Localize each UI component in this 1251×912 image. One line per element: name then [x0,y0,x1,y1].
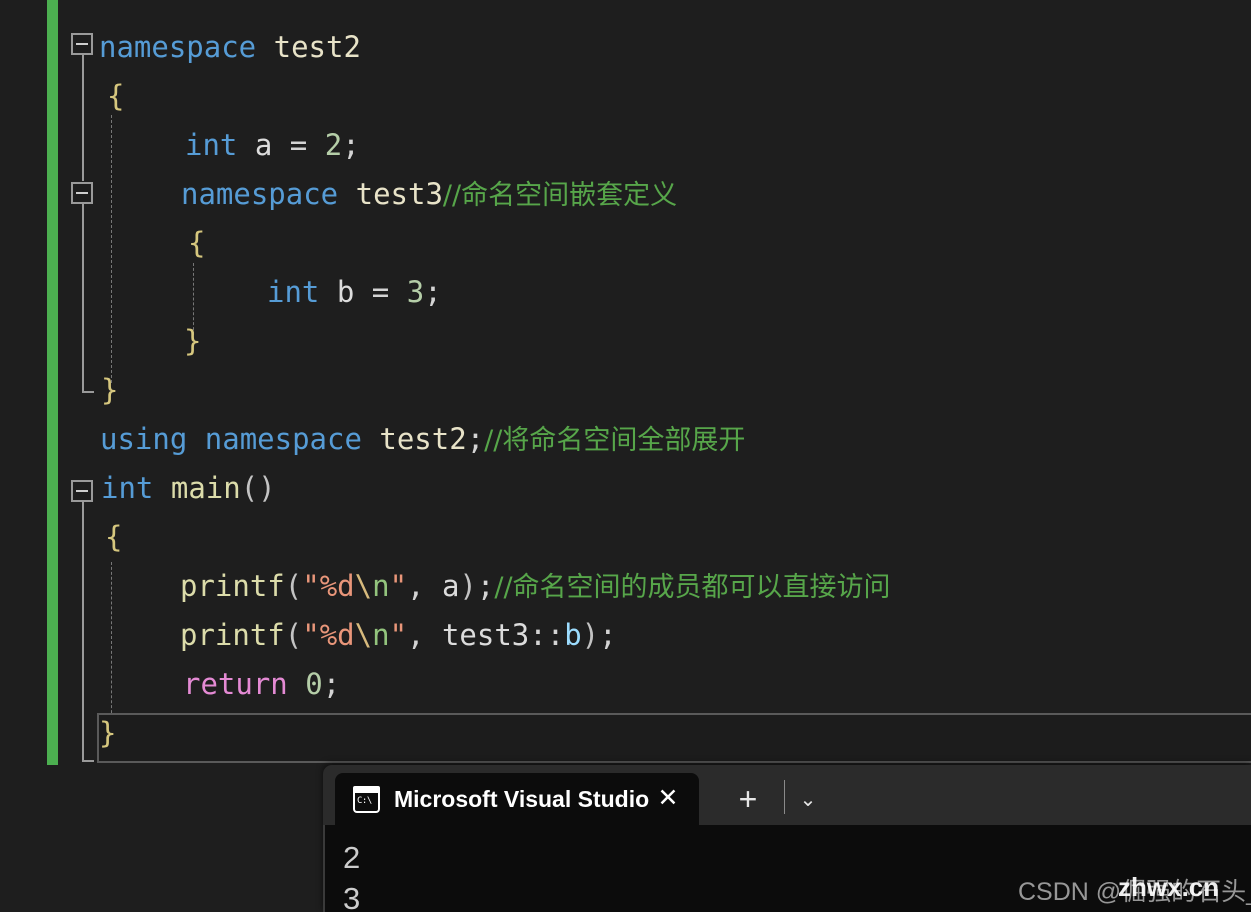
token-variable: b [564,618,581,652]
token-scope-operator: :: [529,618,564,652]
token-function-name: printf [180,618,285,652]
token-brace: } [99,716,116,750]
new-tab-button[interactable]: + [731,784,765,814]
token-brace: { [188,226,205,260]
token-identifier: test2 [379,422,466,456]
code-line: { [0,219,1251,268]
screenshot-root: namespace test2 { int a = 2; namespace t… [0,0,1251,912]
token-comment: //将命名空间全部展开 [484,425,745,456]
token-keyword: namespace [205,422,362,456]
token-keyword: int [101,471,153,505]
code-line: return 0; [0,660,1251,709]
token-brace: } [184,324,201,358]
site-watermark: zhwx.cn [1118,872,1219,903]
token-keyword: namespace [99,30,256,64]
token-brace: { [107,79,124,113]
token-string: "%d [302,618,354,652]
token-escape: \ [355,618,372,652]
token-number: 2 [325,128,342,162]
token-comment: //命名空间的成员都可以直接访问 [494,572,890,603]
console-tab-active[interactable]: C:\ Microsoft Visual Studio ✕ [335,773,699,825]
token-identifier: test3 [442,618,529,652]
toolbar-separator [784,780,785,814]
code-line: int main() [0,464,1251,513]
code-line: namespace test3//命名空间嵌套定义 [0,170,1251,219]
token-keyword-return: return [183,667,288,701]
code-line: using namespace test2;//将命名空间全部展开 [0,415,1251,464]
token-brace: { [105,520,122,554]
chevron-down-icon[interactable]: ⌄ [791,786,825,812]
code-line: { [0,72,1251,121]
code-line: { [0,513,1251,562]
token-escape-char: n [372,618,389,652]
code-line: printf("%d\n", test3::b); [0,611,1251,660]
token-keyword: int [185,128,237,162]
close-icon[interactable]: ✕ [655,785,681,811]
token-variable: b [337,275,354,309]
token-number: 3 [407,275,424,309]
token-function-name: printf [180,569,285,603]
console-tab-title: Microsoft Visual Studio [394,786,649,813]
code-line: printf("%d\n", a);//命名空间的成员都可以直接访问 [0,562,1251,611]
token-function-name: main [171,471,241,505]
token-string: "%d [302,569,354,603]
token-brace: } [101,373,118,407]
code-line: int b = 3; [0,268,1251,317]
console-output-line: 2 [343,837,360,878]
code-line: int a = 2; [0,121,1251,170]
token-keyword: namespace [181,177,338,211]
code-line: } [0,317,1251,366]
token-identifier: test3 [356,177,443,211]
token-keyword: using [100,422,187,456]
console-titlebar[interactable]: C:\ Microsoft Visual Studio ✕ + ⌄ [323,768,1251,825]
terminal-icon-text: C:\ [357,796,372,807]
token-number: 0 [305,667,322,701]
code-line: } [0,709,1251,758]
console-output-line: 3 [343,878,360,912]
token-variable: a [442,569,459,603]
token-escape-char: n [372,569,389,603]
token-keyword: int [267,275,319,309]
token-comment: //命名空间嵌套定义 [443,180,677,211]
code-line: namespace test2 [0,23,1251,72]
token-variable: a [255,128,272,162]
token-escape: \ [355,569,372,603]
token-identifier: test2 [274,30,361,64]
code-line: } [0,366,1251,415]
terminal-cmd-icon: C:\ [353,786,380,813]
